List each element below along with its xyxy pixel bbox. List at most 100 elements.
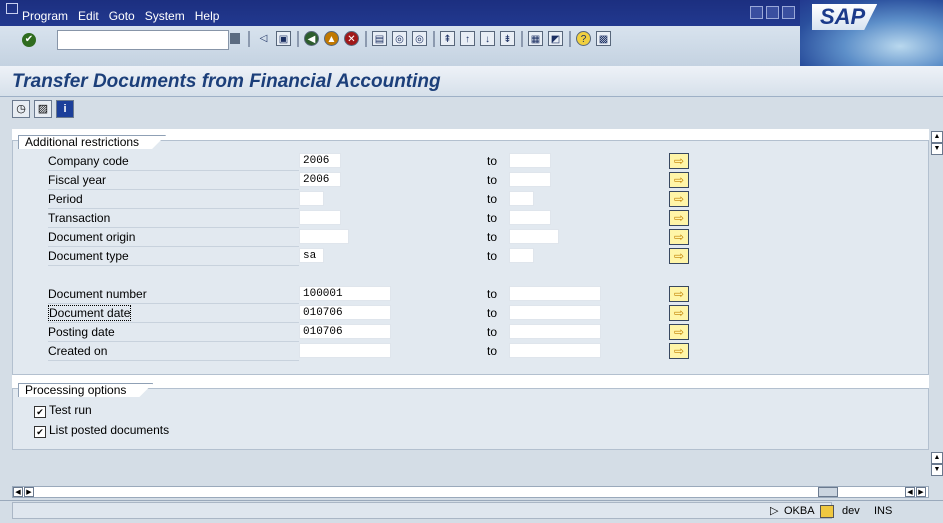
to-label: to [487,230,498,244]
scroll-up-icon[interactable]: ▲ [931,452,943,464]
shortcut-icon[interactable]: ◩ [548,31,563,46]
save-icon[interactable]: ▣ [276,31,291,46]
transaction-to-input[interactable] [509,210,551,225]
menu-system[interactable]: System [145,9,185,23]
scroll-left-icon[interactable]: ◀ [905,487,915,497]
maximize-icon[interactable] [766,6,779,19]
menu-goto[interactable]: Goto [109,9,135,23]
test-run-checkbox[interactable]: ✔ Test run [34,403,92,418]
field-label: Document number [48,286,299,304]
close-icon[interactable] [782,6,795,19]
document-date-from-input[interactable]: 010706 [299,305,391,320]
to-label: to [487,287,498,301]
multiple-selection-button[interactable]: ⇨ [669,343,689,359]
posting-date-to-input[interactable] [509,324,601,339]
field-label: Fiscal year [48,172,299,190]
session-info-icon[interactable] [820,505,834,518]
menu-edit[interactable]: Edit [78,9,99,23]
created-on-from-input[interactable] [299,343,391,358]
status-message-area [12,502,832,519]
to-label: to [487,154,498,168]
previous-page-icon[interactable]: ↑ [460,31,475,46]
back-icon[interactable]: ◀ [304,31,319,46]
menu-help[interactable]: Help [195,9,220,23]
toolbar-separator [248,31,250,47]
transaction-from-input[interactable] [299,210,341,225]
insert-mode: INS [874,505,893,517]
period-to-input[interactable] [509,191,534,206]
field-label: Document origin [48,229,299,247]
vertical-scrollbar[interactable] [929,129,943,446]
help-icon[interactable]: ? [576,31,591,46]
horizontal-scrollbar[interactable] [12,486,929,498]
field-label: Document date [48,305,299,323]
cancel-icon[interactable]: ✕ [344,31,359,46]
scroll-right-icon[interactable]: ▶ [24,487,34,497]
enter-icon[interactable]: ✔ [22,33,36,47]
toolbar-separator [521,31,523,47]
info-icon[interactable]: i [56,100,74,118]
processing-options-group [12,388,929,450]
first-page-icon[interactable]: ⇞ [440,31,455,46]
get-variant-icon[interactable]: ▨ [34,100,52,118]
list-posted-documents-checkbox[interactable]: ✔ List posted documents [34,423,169,438]
field-label: Created on [48,343,299,361]
toolbar-separator [569,31,571,47]
command-history-icon[interactable] [230,33,240,44]
find-next-icon[interactable]: ◎ [412,31,427,46]
system-menu-icon[interactable] [6,3,18,14]
scroll-right-icon[interactable]: ▶ [916,487,926,497]
multiple-selection-button[interactable]: ⇨ [669,229,689,245]
document-origin-from-input[interactable] [299,229,349,244]
company-code-to-input[interactable] [509,153,551,168]
scroll-down-icon[interactable]: ▼ [931,143,943,155]
menu-program[interactable]: Program [22,9,68,23]
period-from-input[interactable] [299,191,324,206]
next-page-icon[interactable]: ↓ [480,31,495,46]
multiple-selection-button[interactable]: ⇨ [669,248,689,264]
fiscal-year-from-input[interactable]: 2006 [299,172,341,187]
company-code-from-input[interactable]: 2006 [299,153,341,168]
checkbox-checked-icon[interactable]: ✔ [34,426,46,438]
multiple-selection-button[interactable]: ⇨ [669,324,689,340]
find-icon[interactable]: ◎ [392,31,407,46]
scroll-up-icon[interactable]: ▲ [931,131,943,143]
multiple-selection-button[interactable]: ⇨ [669,210,689,226]
processing-options-title: Processing options [18,383,153,397]
exit-icon[interactable]: ▲ [324,31,339,46]
document-date-to-input[interactable] [509,305,601,320]
document-number-to-input[interactable] [509,286,601,301]
create-session-icon[interactable]: ▦ [528,31,543,46]
last-page-icon[interactable]: ⇟ [500,31,515,46]
checkbox-checked-icon[interactable]: ✔ [34,406,46,418]
scroll-down-icon[interactable]: ▼ [931,464,943,476]
multiple-selection-button[interactable]: ⇨ [669,305,689,321]
multiple-selection-button[interactable]: ⇨ [669,153,689,169]
layout-menu-icon[interactable]: ▩ [596,31,611,46]
execute-icon[interactable]: ◷ [12,100,30,118]
arrow-left-icon[interactable]: ◁ [256,31,271,46]
toolbar-separator [297,31,299,47]
document-origin-to-input[interactable] [509,229,559,244]
created-on-to-input[interactable] [509,343,601,358]
command-field[interactable] [57,30,229,50]
fiscal-year-to-input[interactable] [509,172,551,187]
multiple-selection-button[interactable]: ⇨ [669,191,689,207]
posting-date-from-input[interactable]: 010706 [299,324,391,339]
minimize-icon[interactable] [750,6,763,19]
field-label: Company code [48,153,299,171]
print-icon[interactable]: ▤ [372,31,387,46]
scroll-thumb[interactable] [818,487,838,497]
multiple-selection-button[interactable]: ⇨ [669,286,689,302]
document-type-from-input[interactable]: sa [299,248,324,263]
document-type-to-input[interactable] [509,248,534,263]
toolbar-separator [365,31,367,47]
system-name: dev [842,505,860,517]
to-label: to [487,249,498,263]
document-number-from-input[interactable]: 100001 [299,286,391,301]
multiple-selection-button[interactable]: ⇨ [669,172,689,188]
page-title: Transfer Documents from Financial Accoun… [12,71,441,92]
scroll-left-icon[interactable]: ◀ [13,487,23,497]
status-toggle-icon[interactable]: ▷ [770,504,778,518]
menu: Program Edit Goto System Help [22,9,229,23]
